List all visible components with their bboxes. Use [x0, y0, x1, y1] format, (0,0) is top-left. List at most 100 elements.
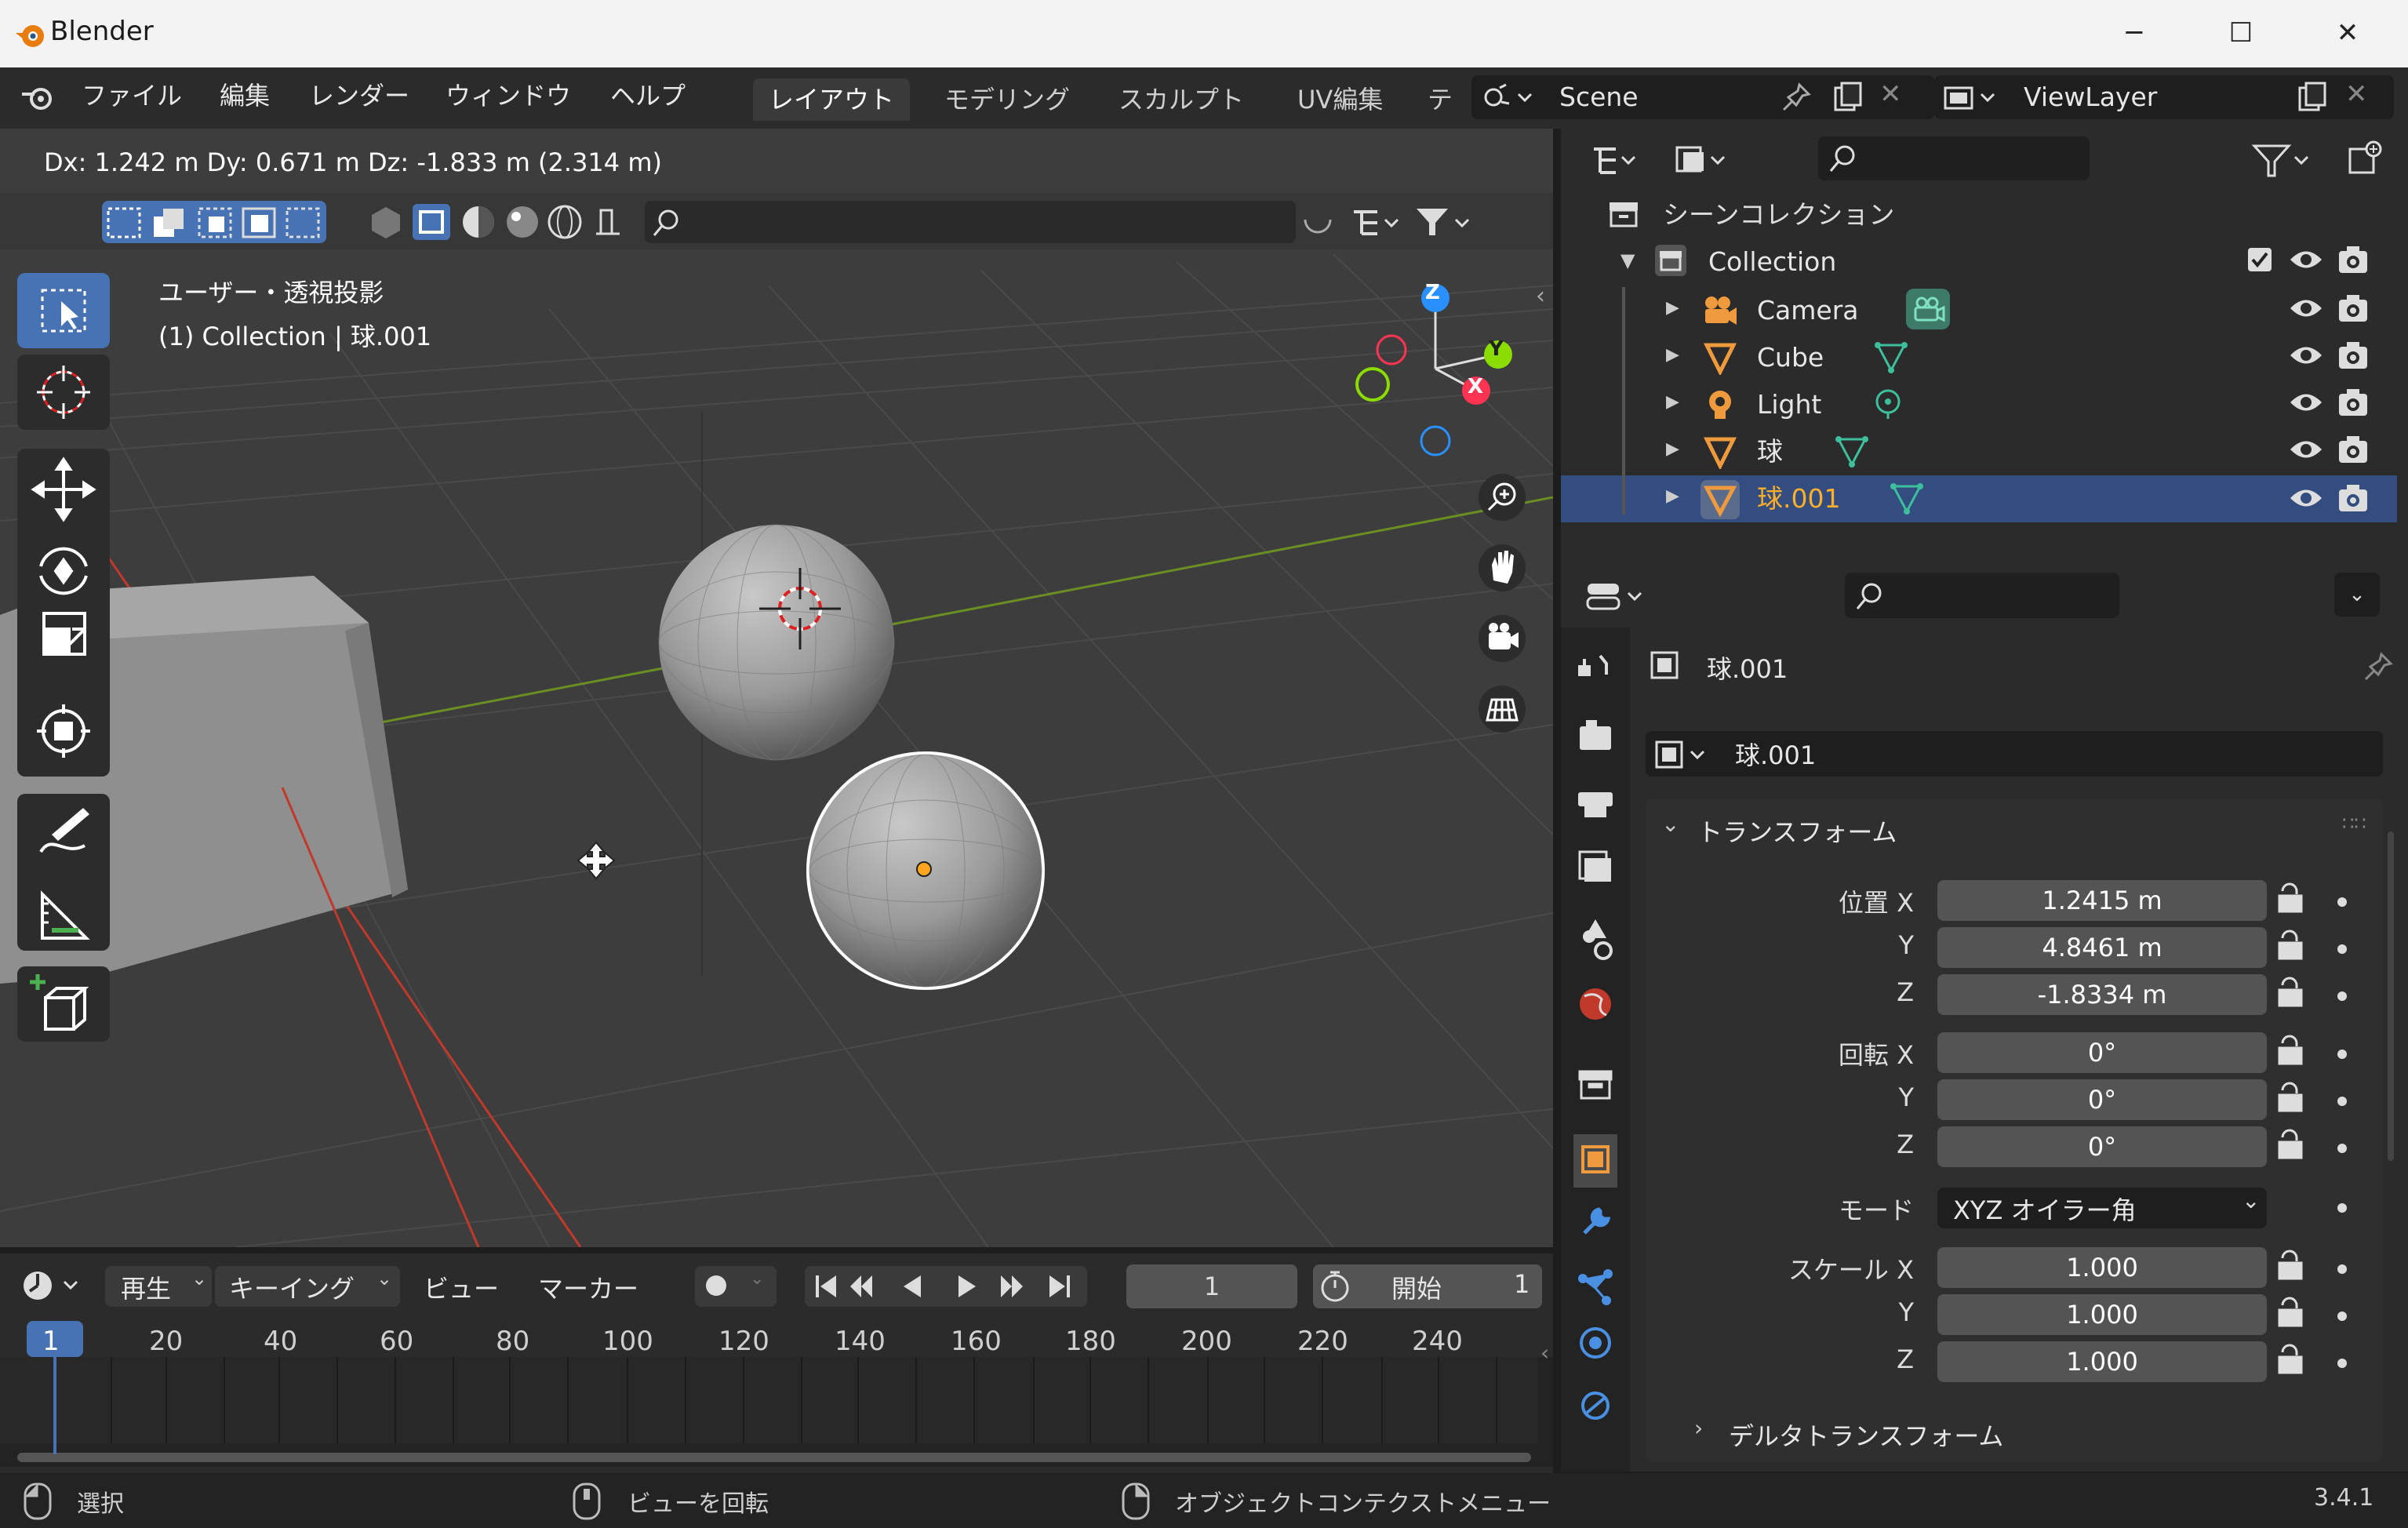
selection-mode-icons[interactable]: [105, 206, 325, 240]
outliner-item-cube[interactable]: Cube: [1757, 334, 1824, 381]
expand-arrow-icon[interactable]: ▶: [1666, 345, 1679, 365]
object-datablock-icon[interactable]: [1652, 737, 1713, 772]
stopwatch-icon[interactable]: [1318, 1269, 1352, 1304]
scale-z-field[interactable]: 1.000: [1937, 1341, 2267, 1382]
location-z-field[interactable]: -1.8334 m: [1937, 974, 2267, 1015]
rotation-y-field[interactable]: 0°: [1937, 1079, 2267, 1120]
lock-and-keyframe-column[interactable]: [2275, 880, 2377, 1398]
scale-y-field[interactable]: 1.000: [1937, 1294, 2267, 1335]
light-data-icon[interactable]: [1870, 386, 1906, 422]
viewport-search-input[interactable]: [645, 201, 1296, 243]
options-dropdown[interactable]: ⌄: [2334, 573, 2380, 617]
menu-file[interactable]: ファイル: [82, 78, 182, 113]
editor-type-icon[interactable]: [1583, 576, 1658, 617]
sidebar-toggle-icon[interactable]: ‹: [1536, 282, 1545, 310]
render-camera-icon[interactable]: [2337, 435, 2369, 464]
menu-render[interactable]: レンダー: [309, 78, 409, 113]
scene-collection-label[interactable]: シーンコレクション: [1663, 191, 1894, 238]
expand-arrow-icon[interactable]: ▶: [1666, 439, 1679, 459]
tool-select-box[interactable]: [17, 273, 110, 348]
playback-menu[interactable]: 再生: [121, 1269, 171, 1305]
delta-transform-title[interactable]: デルタトランスフォーム: [1729, 1417, 2003, 1453]
object-name-value[interactable]: 球.001: [1735, 736, 1816, 772]
location-y-field[interactable]: 4.8461 m: [1937, 927, 2267, 968]
marker-menu[interactable]: マーカー: [538, 1269, 638, 1305]
tab-more[interactable]: テ: [1420, 78, 1460, 121]
timeline-editor-icon[interactable]: [20, 1266, 91, 1305]
current-frame-field[interactable]: 1: [1126, 1264, 1297, 1308]
tab-uv-editing[interactable]: UV編集: [1282, 78, 1399, 121]
camera-data-icon[interactable]: [1904, 287, 1951, 331]
render-camera-icon[interactable]: [2337, 340, 2369, 370]
outliner-item-sphere-001[interactable]: 球.001: [1757, 475, 1840, 522]
pin-icon[interactable]: [1781, 82, 1812, 113]
playback-controls[interactable]: [805, 1264, 1087, 1308]
expand-arrow-icon[interactable]: ▶: [1666, 298, 1679, 318]
outliner-filter-icons[interactable]: [2251, 138, 2392, 182]
eye-icon[interactable]: [2289, 389, 2323, 416]
outliner-item-sphere[interactable]: 球: [1757, 428, 1783, 475]
eye-icon[interactable]: [2289, 485, 2323, 511]
mesh-data-icon[interactable]: [1873, 339, 1909, 375]
menu-help[interactable]: ヘルプ: [610, 78, 686, 113]
tab-modeling[interactable]: モデリング: [929, 78, 1086, 121]
viewport-shading-icons[interactable]: [369, 202, 635, 242]
viewport-nav-buttons[interactable]: [1475, 471, 1530, 737]
measure-icon: [41, 890, 90, 940]
scene-name[interactable]: Scene: [1559, 78, 1639, 116]
outliner-item-light[interactable]: Light: [1757, 381, 1821, 428]
tool-cursor[interactable]: [17, 355, 110, 430]
tool-add-cube[interactable]: [17, 966, 110, 1042]
annotate-measure-icons[interactable]: [17, 794, 110, 951]
render-camera-icon[interactable]: [2337, 483, 2369, 513]
rotation-z-field[interactable]: 0°: [1937, 1126, 2267, 1167]
chevron-right-icon[interactable]: ›: [1694, 1415, 1703, 1441]
expand-arrow-icon[interactable]: ▶: [1666, 486, 1679, 506]
new-scene-icon[interactable]: [1831, 80, 1865, 115]
collection-label[interactable]: Collection: [1708, 238, 1836, 286]
outliner-item-camera[interactable]: Camera: [1757, 287, 1859, 334]
maximize-button[interactable]: ☐: [2213, 11, 2268, 55]
collapse-arrow-icon[interactable]: ▼: [1620, 249, 1635, 271]
render-camera-icon[interactable]: [2337, 293, 2369, 323]
mesh-data-icon[interactable]: [1834, 433, 1870, 469]
eye-icon[interactable]: [2289, 246, 2323, 273]
viewport-filter-icons[interactable]: [1299, 202, 1511, 242]
timeline-sidebar-toggle-icon[interactable]: ‹: [1540, 1340, 1549, 1366]
pin-icon[interactable]: [2363, 651, 2394, 682]
viewlayer-name[interactable]: ViewLayer: [2024, 78, 2157, 116]
new-viewlayer-icon[interactable]: [2295, 80, 2330, 115]
view-menu[interactable]: ビュー: [424, 1269, 499, 1305]
keying-menu[interactable]: キーイング: [229, 1269, 355, 1305]
transform-tool-icons[interactable]: [17, 449, 110, 777]
location-x-field[interactable]: 1.2415 m: [1937, 880, 2267, 921]
expand-arrow-icon[interactable]: ▶: [1666, 392, 1679, 412]
properties-search-input[interactable]: [1845, 573, 2119, 618]
properties-scrollbar[interactable]: [2388, 831, 2394, 1161]
close-button[interactable]: ✕: [2320, 11, 2375, 55]
outliner-header-icons[interactable]: [1583, 138, 1787, 182]
eye-icon[interactable]: [2289, 342, 2323, 369]
timeline-scrollbar: [17, 1453, 1531, 1462]
tab-layout[interactable]: レイアウト: [753, 78, 911, 121]
rotation-x-field[interactable]: 0°: [1937, 1032, 2267, 1073]
chevron-down-icon[interactable]: ⌄: [1661, 811, 1679, 837]
properties-tabs[interactable]: [1573, 646, 1617, 1478]
menu-window[interactable]: ウィンドウ: [446, 78, 571, 113]
delete-viewlayer-icon[interactable]: ✕: [2345, 78, 2368, 110]
scale-x-field[interactable]: 1.000: [1937, 1247, 2267, 1288]
eye-icon[interactable]: [2289, 295, 2323, 322]
drag-handle-icon[interactable]: ∷∷: [2342, 813, 2366, 835]
mesh-data-icon[interactable]: [1889, 480, 1925, 516]
delete-scene-icon[interactable]: ✕: [1879, 78, 1902, 110]
menu-edit[interactable]: 編集: [220, 78, 270, 113]
render-camera-icon[interactable]: [2337, 387, 2369, 417]
exclude-checkbox[interactable]: [2246, 246, 2273, 273]
timeline-track-area[interactable]: [0, 1357, 1553, 1467]
eye-icon[interactable]: [2289, 436, 2323, 463]
blender-menu-icon[interactable]: [19, 82, 56, 113]
minimize-button[interactable]: ─: [2107, 11, 2162, 55]
render-camera-icon[interactable]: [2337, 245, 2369, 275]
tab-sculpt[interactable]: スカルプト: [1103, 78, 1260, 121]
transform-panel-title[interactable]: トランスフォーム: [1697, 813, 1897, 849]
